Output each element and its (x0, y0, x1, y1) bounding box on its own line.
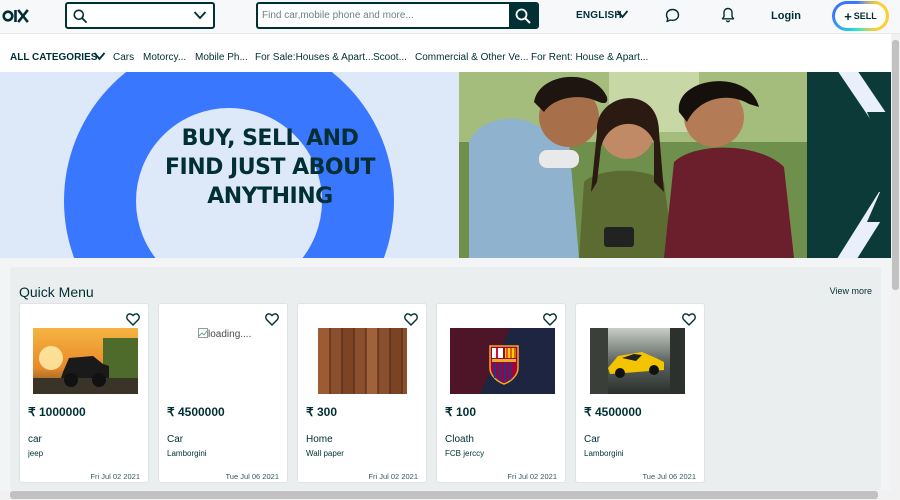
broken-image-icon: loading.... (198, 328, 251, 340)
banner-people-photo (459, 72, 807, 258)
horizontal-scrollbar-thumb[interactable] (10, 491, 878, 499)
page: ENGLISH Login + SELL ALL CATEGORIES Cars… (0, 0, 900, 500)
card-subtitle: jeep (28, 449, 44, 458)
product-card[interactable]: ₹ 1000000 car jeep Fri Jul 02 2021 (19, 303, 149, 483)
card-date: Tue Jul 06 2021 (642, 472, 696, 481)
category-bar: ALL CATEGORIES Cars Motorcy... Mobile Ph… (0, 34, 900, 72)
heart-icon[interactable] (682, 313, 696, 326)
category-link-commercial-vehicles[interactable]: Commercial & Other Ve... (415, 52, 528, 63)
category-link-houses-for-rent[interactable]: For Rent: House & Apart... (531, 52, 648, 63)
people-illustration (459, 72, 807, 258)
location-selector[interactable] (65, 2, 215, 29)
view-more-link[interactable]: View more (830, 286, 872, 296)
category-link-houses-for-sale[interactable]: For Sale:Houses & Apart... (255, 52, 373, 63)
category-link-mobile-phones[interactable]: Mobile Ph... (195, 52, 248, 63)
heart-icon[interactable] (265, 313, 279, 326)
banner-line-1: BUY, SELL AND (181, 126, 359, 151)
card-title: Car (584, 434, 601, 445)
olx-logo[interactable] (2, 6, 30, 26)
banner-line-2: FIND JUST ABOUT (165, 155, 375, 180)
chevron-down-icon[interactable] (193, 10, 207, 20)
quick-menu-title: Quick Menu (19, 284, 94, 300)
card-title: car (28, 434, 42, 445)
yellow-sports-car-photo (590, 328, 685, 394)
card-price: ₹ 1000000 (28, 405, 86, 419)
card-price: ₹ 4500000 (584, 405, 642, 419)
heart-icon[interactable] (126, 313, 140, 326)
card-date: Fri Jul 02 2021 (368, 472, 418, 481)
card-date: Tue Jul 06 2021 (225, 472, 279, 481)
sell-button-label: SELL (853, 11, 877, 21)
search-icon (515, 8, 531, 24)
vertical-scrollbar-thumb[interactable] (892, 40, 899, 290)
pickup-truck-photo (33, 328, 138, 394)
search-input[interactable] (258, 4, 510, 27)
plus-icon: + (844, 8, 852, 24)
card-subtitle: Lamborgini (167, 449, 207, 458)
product-card[interactable]: loading.... ₹ 4500000 Car Lamborgini Tue… (158, 303, 288, 483)
bell-icon[interactable] (721, 7, 735, 23)
card-date: Fri Jul 02 2021 (507, 472, 557, 481)
category-link-motorcycles[interactable]: Motorcy... (143, 52, 186, 63)
card-subtitle: Lamborgini (584, 449, 624, 458)
sell-button-inner: + SELL (835, 4, 886, 28)
wood-planks-photo (318, 328, 407, 394)
card-date: Fri Jul 02 2021 (90, 472, 140, 481)
product-card[interactable]: ₹ 300 Home Wall paper Fri Jul 02 2021 (297, 303, 427, 483)
card-price: ₹ 4500000 (167, 405, 225, 419)
vertical-scrollbar[interactable] (891, 34, 900, 500)
fcb-crest-photo (450, 328, 555, 394)
horizontal-scrollbar[interactable] (0, 490, 891, 500)
card-title: Cloath (445, 434, 474, 445)
card-subtitle: Wall paper (306, 449, 344, 458)
card-title: Home (306, 434, 333, 445)
language-selector[interactable]: ENGLISH (576, 10, 622, 21)
banner-line-3: ANYTHING (207, 184, 333, 209)
hero-banner[interactable]: BUY, SELL AND FIND JUST ABOUT ANYTHING (0, 72, 891, 258)
chevron-down-icon[interactable] (93, 51, 106, 61)
category-link-cars[interactable]: Cars (113, 52, 134, 63)
chevron-down-icon[interactable] (616, 9, 629, 19)
product-card[interactable]: ₹ 100 Cloath FCB jerccy Fri Jul 02 2021 (436, 303, 566, 483)
top-header: ENGLISH Login + SELL (0, 0, 900, 34)
card-price: ₹ 100 (445, 405, 476, 419)
login-link[interactable]: Login (771, 10, 801, 22)
banner-next-arrow[interactable] (807, 72, 891, 258)
image-alt-text: loading.... (208, 329, 252, 340)
banner-headline: BUY, SELL AND FIND JUST ABOUT ANYTHING (152, 124, 388, 211)
product-card[interactable]: ₹ 4500000 Car Lamborgini Tue Jul 06 2021 (575, 303, 705, 483)
category-link-scooters[interactable]: Scoot... (373, 52, 407, 63)
search-button[interactable] (509, 4, 537, 27)
heart-icon[interactable] (543, 313, 557, 326)
chat-icon[interactable] (665, 8, 680, 23)
search-bar (256, 2, 539, 29)
heart-icon[interactable] (404, 313, 418, 326)
card-title: Car (167, 434, 184, 445)
sell-button[interactable]: + SELL (832, 1, 889, 31)
quick-menu-section: Quick Menu View more ₹ 1000000 car jeep … (10, 267, 881, 490)
search-icon (73, 9, 87, 23)
card-subtitle: FCB jerccy (445, 449, 485, 458)
all-categories-button[interactable]: ALL CATEGORIES (10, 52, 97, 63)
card-price: ₹ 300 (306, 405, 337, 419)
